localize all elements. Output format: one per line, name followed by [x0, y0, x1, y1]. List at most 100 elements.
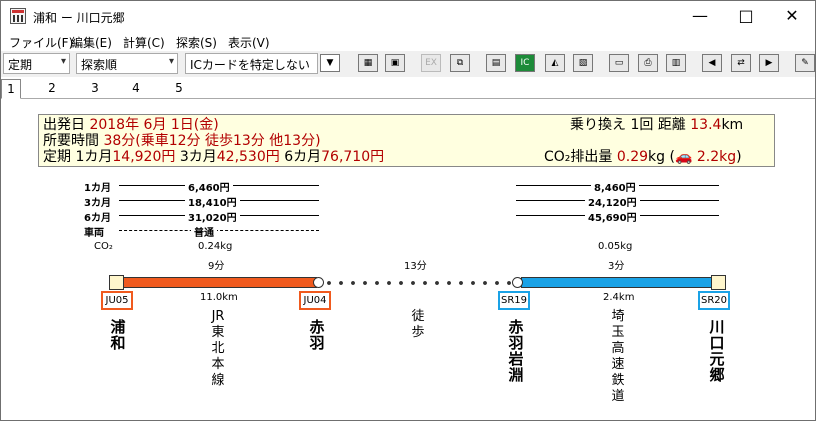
close-button[interactable]: ✕: [769, 1, 815, 32]
segment2-month1-fare: 8,460円: [591, 179, 639, 194]
commute-6-value: 76,710円: [321, 149, 385, 165]
walk-time: 13分: [404, 261, 427, 272]
vehicle-line: [119, 230, 319, 231]
previous-route-icon[interactable]: ◀: [702, 54, 722, 72]
copy-route-icon[interactable]: ⧉: [450, 54, 470, 72]
car-co2-value: 2.2kg: [696, 149, 737, 165]
month6-label: 6カ月: [84, 213, 111, 224]
menu-edit[interactable]: 編集(E): [71, 34, 112, 51]
segment1-month3-fare: 18,410円: [185, 194, 240, 209]
station-name-akabane-iwabuchi: 赤羽岩淵: [508, 318, 524, 384]
route-tabs: 1 2 3 4 5: [1, 79, 815, 99]
distance-label: 距離: [657, 117, 686, 133]
toolbar: 定期 ▾ 探索順 ▾ ICカードを特定しない ▼ ▦ ▣ EX ⧉ ▤ IC ◭ ▧…: [1, 51, 815, 77]
menu-calculate[interactable]: 計算(C): [123, 34, 165, 51]
calendar-icon[interactable]: ▥: [666, 54, 686, 72]
departure-label: 出発日: [43, 117, 85, 133]
distance-unit: km: [721, 117, 744, 133]
tab-4[interactable]: 4: [126, 81, 146, 95]
map-view-icon[interactable]: ▣: [385, 54, 405, 72]
departure-value: 2018年 6月 1日(金): [89, 117, 219, 133]
maximize-button[interactable]: □: [723, 1, 769, 32]
month1-label: 1カ月: [84, 183, 111, 194]
segment1-vehicle: 普通: [191, 224, 217, 239]
segment2-co2: 0.05kg: [598, 241, 633, 252]
station-marker-kawaguchi-motogo: [711, 275, 726, 290]
menu-file[interactable]: ファイル(F): [9, 34, 73, 51]
segment1-month1-fare: 6,460円: [185, 179, 233, 194]
vehicle-label: 車両: [84, 228, 104, 239]
duration-row: 所要時間 38分(乗車12分 徒歩13分 他13分): [43, 133, 321, 149]
transfer-count: 乗り換え 1回: [570, 117, 654, 133]
next-route-icon[interactable]: ▶: [759, 54, 779, 72]
station-marker-akabane-iwabuchi: [512, 277, 523, 288]
car-icon: (🚗: [669, 149, 693, 165]
commute-label: 定期: [43, 149, 71, 165]
duration-label: 所要時間: [43, 133, 99, 149]
station-code-kawaguchi-motogo: SR20: [698, 291, 730, 310]
route-diagram: 1カ月 3カ月 6カ月 車両 CO₂ 6,460円 18,410円 31,020…: [1, 169, 815, 419]
co2-label: CO₂排出量: [544, 149, 613, 165]
menu-bar: ファイル(F) 編集(E) 計算(C) 探索(S) 表示(V): [1, 32, 815, 51]
duration-value: 38分(乗車12分 徒歩13分 他13分): [103, 133, 321, 149]
segment2-rail-line: [521, 277, 712, 288]
fare-icon[interactable]: ◭: [545, 54, 565, 72]
ic-button[interactable]: IC: [515, 54, 535, 72]
tab-5[interactable]: 5: [169, 81, 189, 95]
tab-3[interactable]: 3: [85, 81, 105, 95]
ticket-icon[interactable]: ▭: [609, 54, 629, 72]
commute-6-label: 6カ月: [284, 149, 322, 165]
print-icon[interactable]: ⎙: [638, 54, 658, 72]
commute-3-label: 3カ月: [179, 149, 217, 165]
transfer-distance-row: 乗り換え 1回 距離 13.4km: [570, 117, 743, 133]
walking-path: [323, 280, 511, 286]
search-order-select[interactable]: 探索順 ▾: [76, 53, 178, 74]
co2-row: CO₂排出量 0.29kg (🚗 2.2kg): [544, 149, 742, 165]
search-order-value: 探索順: [81, 58, 118, 72]
segment1-co2: 0.24kg: [198, 241, 233, 252]
ex-button[interactable]: EX: [421, 54, 441, 72]
segment2-month6-fare: 45,690円: [585, 209, 640, 224]
distance-value: 13.4: [690, 117, 722, 133]
co2-close-paren: ): [736, 149, 742, 165]
ic-card-dropdown-button[interactable]: ▼: [320, 54, 340, 72]
co2-unit: kg: [648, 149, 666, 165]
segment1-line-name: JR東北本線: [211, 309, 225, 388]
segment2-distance: 2.4km: [603, 292, 635, 303]
pass-type-select[interactable]: 定期 ▾: [3, 53, 70, 74]
pass-type-value: 定期: [8, 58, 33, 72]
title-bar: 浦和 ー 川口元郷 — □ ✕: [1, 1, 815, 32]
chevron-down-icon: ▾: [60, 56, 66, 67]
ic-card-value: ICカードを特定しない: [190, 58, 310, 72]
menu-search[interactable]: 探索(S): [176, 34, 217, 51]
month3-label: 3カ月: [84, 198, 111, 209]
station-name-kawaguchi-motogo: 川口元郷: [709, 318, 725, 384]
commute-1-value: 14,920円: [112, 149, 176, 165]
minimize-button[interactable]: —: [677, 1, 723, 32]
station-name-akabane: 赤羽: [309, 318, 325, 352]
departure-row: 出発日 2018年 6月 1日(金): [43, 117, 219, 133]
tab-1[interactable]: 1: [1, 79, 21, 99]
segment1-time: 9分: [208, 261, 225, 272]
station-name-urawa: 浦和: [110, 318, 126, 352]
station-code-urawa: JU05: [101, 291, 133, 310]
segment1-month6-fare: 31,020円: [185, 209, 240, 224]
route-compare-icon[interactable]: ⇄: [731, 54, 751, 72]
station-marker-akabane: [313, 277, 324, 288]
segment2-time: 3分: [608, 261, 625, 272]
co2-route-label: CO₂: [94, 241, 113, 252]
detail-icon[interactable]: ▧: [573, 54, 593, 72]
ic-card-select[interactable]: ICカードを特定しない: [185, 53, 318, 74]
tab-2[interactable]: 2: [42, 81, 62, 95]
segment2-line-name: 埼玉高速鉄道: [611, 309, 625, 404]
commute-3-value: 42,530円: [216, 149, 280, 165]
table-view-icon[interactable]: ▦: [358, 54, 378, 72]
station-code-akabane: JU04: [299, 291, 331, 310]
segment1-rail-line: [123, 277, 317, 288]
edit-icon[interactable]: ✎: [795, 54, 815, 72]
segment2-month3-fare: 24,120円: [585, 194, 640, 209]
train-icon[interactable]: ▤: [486, 54, 506, 72]
menu-view[interactable]: 表示(V): [228, 34, 270, 51]
co2-value: 0.29: [616, 149, 649, 165]
route-summary-panel: 出発日 2018年 6月 1日(金) 乗り換え 1回 距離 13.4km 所要時…: [38, 114, 775, 167]
